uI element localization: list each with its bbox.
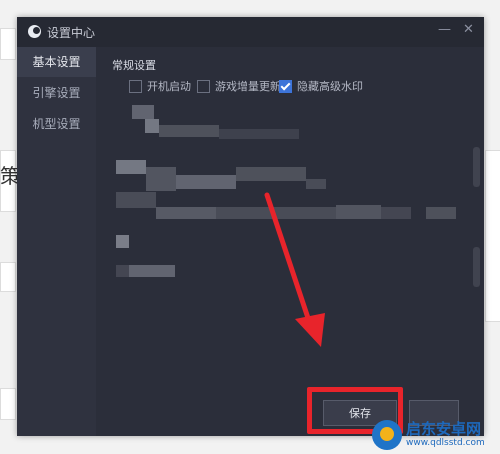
section-title-general: 常规设置 [112,59,156,72]
pixel-block [146,167,176,191]
pixel-block [216,207,336,219]
sidebar-item-basic[interactable]: 基本设置 [17,47,96,77]
pixel-block [306,179,326,189]
pixel-block [236,167,306,181]
pixel-block [116,235,129,248]
background-panel-right [485,150,500,322]
checkbox-label: 开机启动 [147,80,191,93]
title-bar[interactable]: 设置中心 — ✕ [17,17,484,47]
pixel-block [176,175,236,189]
pixel-block [219,129,299,139]
window-title: 设置中心 [47,26,96,40]
checkbox-hide-watermark[interactable]: 隐藏高级水印 [279,78,363,94]
watermark-url: www.qdlsstd.com [406,438,485,448]
pixel-block [132,105,154,119]
pixel-block [116,265,129,277]
checkbox-box[interactable] [129,79,142,93]
scrollbar[interactable] [473,247,480,287]
checkbox-incremental-update[interactable]: 游戏增量更新 [197,78,281,94]
pixel-block [426,207,456,219]
sidebar: 基本设置 引擎设置 机型设置 [17,47,96,436]
sidebar-item-device[interactable]: 机型设置 [17,109,96,139]
minimize-icon[interactable]: — [438,22,451,37]
pixel-block [116,160,146,174]
pixel-block [156,207,216,219]
app-logo-icon [28,25,41,38]
pixel-block [116,192,156,208]
checkbox-box[interactable] [197,79,210,93]
watermark-text: 启东安卓网 [406,420,482,438]
close-icon[interactable]: ✕ [463,22,474,37]
watermark: 启东安卓网 www.qdlsstd.com [372,416,500,454]
pixel-block [159,125,219,137]
pixel-block [129,265,175,277]
checkbox-startup[interactable]: 开机启动 [129,78,191,94]
settings-window: 设置中心 — ✕ 基本设置 引擎设置 机型设置 常规设置 开机启动 游戏增量更新… [17,17,484,436]
background-panel-top [0,28,16,60]
scrollbar[interactable] [473,147,480,187]
checkbox-label: 游戏增量更新 [215,80,281,93]
pixel-block [336,205,381,219]
checkbox-box-checked[interactable] [279,79,292,93]
background-panel-low [0,262,16,292]
pixel-block [381,207,411,219]
background-panel-bottom [0,388,16,420]
checkbox-label: 隐藏高级水印 [297,80,363,93]
pixel-block [145,119,159,133]
watermark-logo-icon [372,420,402,450]
sidebar-item-engine[interactable]: 引擎设置 [17,78,96,108]
